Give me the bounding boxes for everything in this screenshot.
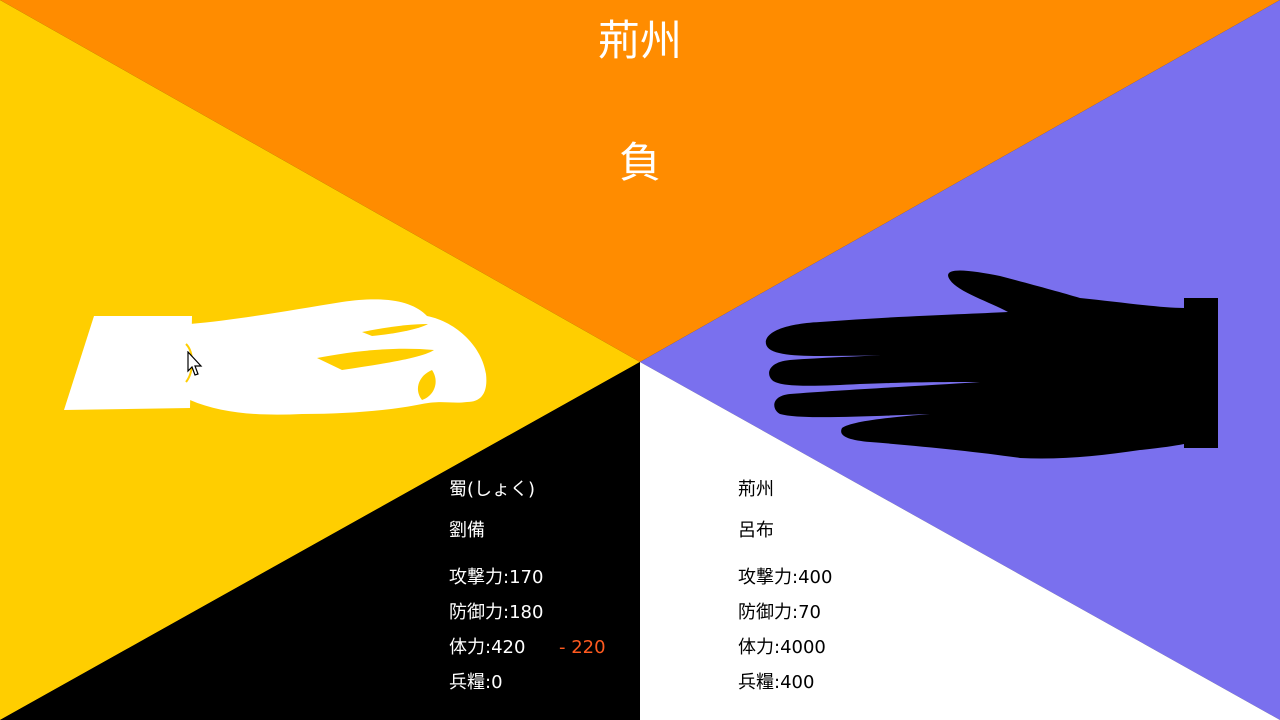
enemy-defense: 防御力:70 [738, 602, 821, 623]
enemy-attack: 攻撃力:400 [738, 567, 833, 588]
enemy-hp: 体力:4000 [738, 637, 826, 658]
battle-result: 負 [618, 138, 661, 187]
player-hp-change: - 220 [559, 637, 606, 658]
player-hand-icon [64, 299, 487, 415]
player-hp: 体力:420 [449, 637, 526, 658]
enemy-food: 兵糧:400 [738, 672, 815, 693]
player-attack: 攻撃力:170 [449, 567, 544, 588]
player-general: 劉備 [449, 520, 485, 541]
player-faction: 蜀(しょく) [449, 479, 536, 500]
battle-screen: 荊州 負 蜀(しょく) 劉備 攻撃力:170 防御力:180 体力:420 - … [0, 0, 1280, 720]
enemy-hand-icon [765, 270, 1218, 459]
mouse-cursor-icon [187, 351, 203, 376]
enemy-faction: 荊州 [738, 479, 774, 500]
player-defense: 防御力:180 [449, 602, 544, 623]
enemy-general: 呂布 [738, 520, 774, 541]
region-title: 荊州 [597, 16, 682, 65]
player-food: 兵糧:0 [449, 672, 503, 693]
